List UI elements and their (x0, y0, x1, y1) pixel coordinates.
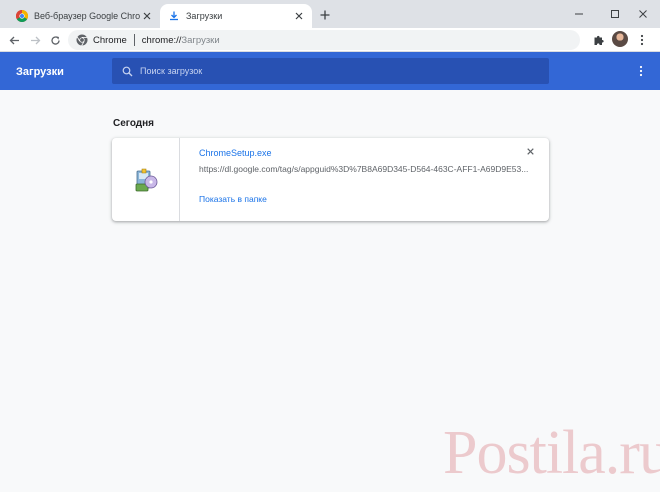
url-path: Загрузки (181, 34, 220, 46)
extensions-puzzle-icon (594, 35, 604, 45)
chrome-logo-icon (16, 10, 28, 22)
chrome-logo-icon (76, 34, 88, 46)
back-button[interactable] (6, 32, 22, 48)
file-source-url[interactable]: https://dl.google.com/tag/s/appguid%3D%7… (199, 164, 529, 174)
minimize-icon (575, 13, 583, 15)
kebab-menu-icon (639, 65, 643, 77)
url-scheme: chrome:// (141, 34, 182, 46)
forward-button[interactable] (27, 32, 43, 48)
site-chip-label: Chrome (93, 34, 127, 46)
omnibox-divider (133, 34, 135, 46)
reload-button[interactable] (47, 32, 63, 48)
watermark: Postila.ru (443, 419, 660, 487)
remove-download-button[interactable] (524, 145, 536, 157)
browser-window: Веб-браузер Google Chrome Загрузки (0, 0, 660, 492)
profile-avatar[interactable] (612, 31, 628, 47)
chrome-menu-button[interactable] (634, 32, 650, 48)
kebab-menu-icon (640, 34, 644, 46)
download-item-card: ChromeSetup.exe https://dl.google.com/ta… (112, 138, 549, 221)
minimize-button[interactable] (568, 5, 590, 23)
extensions-button[interactable] (591, 32, 607, 48)
omnibox[interactable]: Chrome chrome:// Загрузки (68, 30, 580, 50)
new-tab-button[interactable] (317, 7, 333, 23)
plus-icon (320, 10, 330, 20)
tab-strip: Веб-браузер Google Chrome Загрузки (0, 0, 660, 28)
tab-title: Веб-браузер Google Chrome (34, 11, 140, 21)
page-title: Загрузки (16, 66, 64, 78)
installer-file-icon (135, 168, 157, 191)
close-icon (526, 147, 534, 155)
back-arrow-icon (9, 36, 19, 44)
tab-title: Загрузки (186, 11, 223, 21)
maximize-button[interactable] (604, 5, 626, 23)
tab-downloads[interactable]: Загрузки (160, 4, 312, 28)
search-downloads-box[interactable] (112, 58, 549, 84)
downloads-header: Загрузки (0, 52, 660, 90)
close-window-button[interactable] (632, 5, 654, 23)
tab-chrome-browser[interactable]: Веб-браузер Google Chrome (8, 4, 160, 28)
maximize-icon (611, 10, 619, 18)
toolbar: Chrome chrome:// Загрузки (0, 28, 660, 52)
reload-icon (50, 35, 60, 45)
file-name-link[interactable]: ChromeSetup.exe (199, 148, 272, 158)
close-icon (639, 10, 647, 18)
close-tab-icon[interactable] (140, 9, 154, 23)
search-input[interactable] (140, 66, 549, 76)
show-in-folder-link[interactable]: Показать в папке (199, 194, 267, 204)
file-icon-cell (112, 138, 180, 221)
download-icon (170, 11, 178, 21)
date-heading: Сегодня (113, 118, 155, 129)
search-icon (122, 66, 133, 76)
downloads-menu-button[interactable] (634, 63, 648, 79)
forward-arrow-icon (30, 36, 40, 44)
close-tab-icon[interactable] (292, 9, 306, 23)
